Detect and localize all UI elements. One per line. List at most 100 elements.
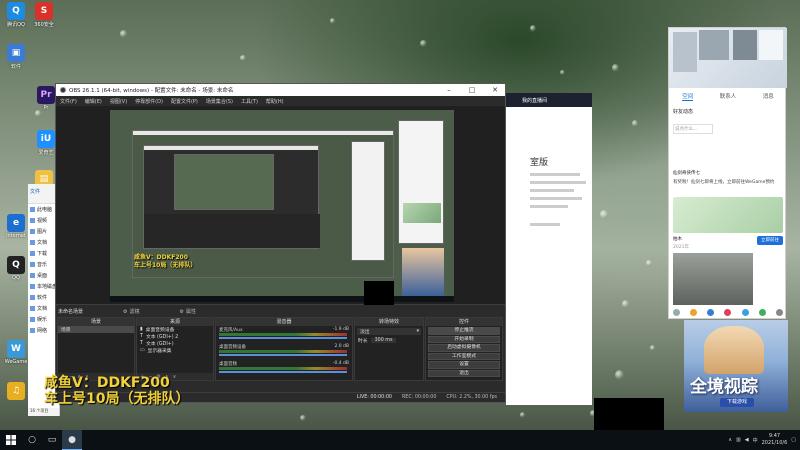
post-user[interactable]: 仙剑奇侠传七: [673, 170, 700, 176]
volume-meter: [219, 350, 347, 353]
obs-titlebar[interactable]: OBS 26.1.1 (64-bit, windows) - 配置文件: 未命名…: [56, 84, 505, 96]
gear-icon: ⚙: [179, 308, 184, 315]
studio-mode-button[interactable]: 工作室模式: [428, 352, 500, 360]
desktop-icon-music[interactable]: ♫: [2, 382, 30, 412]
ad-download-button[interactable]: 下载游戏: [720, 398, 754, 407]
avatar[interactable]: [673, 32, 697, 72]
desktop-icon-qq-app[interactable]: Q 腾讯QQ: [2, 2, 30, 32]
game-icon[interactable]: [707, 309, 715, 316]
star-icon[interactable]: [690, 309, 698, 316]
grid-icon[interactable]: [673, 309, 680, 316]
menu-docks[interactable]: 停靠部件(D): [135, 98, 163, 105]
menu-edit[interactable]: 编辑(E): [85, 98, 102, 105]
mail-icon[interactable]: [741, 309, 749, 316]
maximize-icon[interactable]: □: [462, 86, 482, 94]
obs-window: OBS 26.1.1 (64-bit, windows) - 配置文件: 未命名…: [55, 83, 506, 403]
explorer-nav-label: 视频: [37, 218, 48, 224]
desktop-icon-label: QQ: [12, 275, 20, 281]
app-icon[interactable]: [758, 309, 766, 316]
network-icon[interactable]: ▥: [736, 437, 741, 443]
scene-item[interactable]: 场景: [58, 326, 134, 333]
taskbar-search-icon[interactable]: ○: [22, 430, 42, 450]
filter-icon: ⚙: [123, 308, 128, 315]
volume-meter: [219, 333, 347, 336]
comment-user[interactable]: 柏木: [673, 236, 682, 242]
menu-scene-collection[interactable]: 场景集合(S): [206, 98, 233, 105]
explorer-title: 文件: [30, 189, 41, 195]
notification-icon[interactable]: ▢: [791, 437, 796, 443]
post-input[interactable]: 说点什么...: [673, 124, 713, 134]
text-line: [530, 189, 574, 192]
source-item[interactable]: T 文本 (GDI+): [137, 340, 213, 347]
taskbar-obs-icon[interactable]: ●: [62, 430, 82, 450]
text-line: [530, 181, 586, 184]
mixer-channel-db: 2.0 dB: [334, 344, 349, 349]
source-item[interactable]: T 文本 (GDI+) 2: [137, 333, 213, 340]
wegame-icon: W: [7, 340, 25, 358]
start-recording-button[interactable]: 开始录制: [428, 335, 500, 343]
desktop-icon-wegame[interactable]: W WeGame: [2, 340, 30, 370]
menu-tools[interactable]: 工具(T): [241, 98, 258, 105]
properties-button[interactable]: ⚙ 属性: [179, 308, 197, 316]
mixer-panel-title: 混音器: [216, 318, 352, 326]
streamer-overlay-line-2: 车上号10局（无排队）: [44, 391, 190, 407]
post-photo[interactable]: [673, 253, 753, 305]
stop-streaming-button[interactable]: 停止推流: [428, 327, 500, 335]
desktop-icon-internet[interactable]: e Internet: [2, 214, 30, 244]
menu-file[interactable]: 文件(F): [60, 98, 77, 105]
source-item[interactable]: ▮ 桌面音频设备: [137, 326, 213, 333]
volume-slider[interactable]: [219, 354, 347, 356]
ime-indicator[interactable]: 中: [753, 437, 758, 444]
tab-space[interactable]: 空间: [682, 92, 694, 101]
settings-button[interactable]: 设置: [428, 361, 500, 369]
video-icon: [30, 218, 35, 223]
explorer-nav-label: 网络: [37, 328, 48, 334]
explorer-nav-label: 软件: [37, 295, 48, 301]
down-icon[interactable]: ∨: [173, 374, 177, 380]
desktop-icon-label: WeGame: [4, 359, 28, 365]
volume-slider[interactable]: [219, 337, 347, 339]
taskbar-clock[interactable]: 9:47 2021/10/6: [762, 433, 788, 447]
source-item[interactable]: ▭ 显示器采集: [137, 347, 213, 354]
post-banner-image[interactable]: [673, 197, 783, 233]
nested-ad: [402, 248, 444, 298]
post-action-button[interactable]: 立即前往: [757, 236, 783, 245]
volume-icon[interactable]: ◀: [745, 437, 749, 443]
mixer-channel-db: -0.4 dB: [332, 361, 349, 366]
start-virtual-camera-button[interactable]: 启动虚拟摄像机: [428, 344, 500, 352]
close-icon[interactable]: ✕: [485, 86, 505, 94]
start-button[interactable]: [0, 430, 22, 450]
penguin-icon: Q: [7, 256, 25, 274]
menu-profile[interactable]: 配置文件(P): [171, 98, 198, 105]
more-icon[interactable]: [775, 309, 783, 316]
text-line: [530, 173, 580, 176]
desktop-icon-software[interactable]: ▣ 软件: [2, 44, 30, 74]
exit-button[interactable]: 退出: [428, 369, 500, 377]
menu-view[interactable]: 视图(V): [110, 98, 127, 105]
obs-app-icon: [60, 87, 66, 93]
tray-chevron-icon[interactable]: ∧: [728, 437, 732, 443]
preview-canvas[interactable]: 咸鱼V：DDKF200 车上号10局（无排队）: [110, 110, 454, 302]
text-icon: T: [140, 341, 143, 346]
game-ad-popup[interactable]: 全境视踪 下载游戏: [684, 320, 788, 412]
volume-slider[interactable]: [219, 371, 347, 373]
tab-contacts[interactable]: 联系人: [720, 92, 737, 100]
desktop-icon-qq[interactable]: Q QQ: [2, 256, 30, 286]
filters-button[interactable]: ⚙ 滤镜: [123, 308, 140, 316]
source-item-label: 桌面音频设备: [145, 328, 175, 333]
source-item-label: 文本 (GDI+) 2: [145, 335, 179, 340]
minimize-icon[interactable]: –: [439, 86, 459, 94]
taskbar-task-view-icon[interactable]: ▭: [42, 430, 62, 450]
desktop-icon-360[interactable]: S 360安全: [30, 2, 58, 32]
transition-type-select[interactable]: 淡出 ▾: [357, 328, 421, 335]
tab-messages[interactable]: 消息: [763, 92, 774, 100]
obs-preview[interactable]: 咸鱼V：DDKF200 车上号10局（无排队）: [56, 106, 505, 304]
nested-titlebar: [144, 146, 318, 150]
heart-icon[interactable]: [724, 309, 732, 316]
duration-input[interactable]: 300 ms: [370, 338, 397, 343]
desktop-icon-label: Pr: [43, 105, 49, 111]
sources-panel-title: 来源: [137, 318, 213, 326]
menu-help[interactable]: 帮助(H): [266, 98, 284, 105]
windows-logo-icon: [6, 435, 16, 445]
explorer-nav-label: 此电脑: [37, 207, 53, 213]
